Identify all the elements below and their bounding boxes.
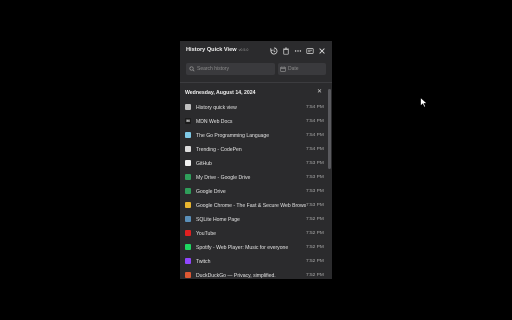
history-row[interactable]: DuckDuckGo — Privacy, simplified. 7:52 PM xyxy=(180,269,327,279)
app-title: History Quick View v0.5.0 xyxy=(186,47,248,53)
history-row-title: MDN Web Docs xyxy=(196,119,233,125)
app-version: v0.5.0 xyxy=(238,48,249,52)
history-row-title: GitHub xyxy=(196,161,212,167)
scrollbar-thumb[interactable] xyxy=(328,89,331,169)
github-favicon xyxy=(185,160,191,166)
history-row[interactable]: Trending - CodePen 7:54 PM xyxy=(180,143,327,157)
search-icon xyxy=(189,66,195,72)
history-row-title: Twitch xyxy=(196,259,211,265)
history-row-title: Google Chrome - The Fast & Secure Web Br… xyxy=(196,203,306,209)
card-icon[interactable] xyxy=(306,47,314,55)
history-row[interactable]: GitHub 7:53 PM xyxy=(180,157,327,171)
close-section-icon[interactable]: ✕ xyxy=(317,89,323,95)
history-row[interactable]: Google Chrome - The Fast & Secure Web Br… xyxy=(180,199,327,213)
history-row[interactable]: The Go Programming Language 7:54 PM xyxy=(180,129,327,143)
history-row[interactable]: History quick view 7:54 PM xyxy=(180,101,327,115)
app-title-text: History Quick View xyxy=(186,47,237,53)
history-row-title: Spotify - Web Player: Music for everyone xyxy=(196,245,289,251)
history-row-time: 7:52 PM xyxy=(306,217,324,222)
history-row-title: SQLite Home Page xyxy=(196,217,240,223)
history-row-time: 7:52 PM xyxy=(306,231,324,236)
history-row-time: 7:52 PM xyxy=(306,259,324,264)
history-row-title: DuckDuckGo — Privacy, simplified. xyxy=(196,273,276,279)
history-row-title: History quick view xyxy=(196,105,237,111)
history-row[interactable]: My Drive - Google Drive 7:53 PM xyxy=(180,171,327,185)
youtube-favicon xyxy=(185,230,191,236)
history-icon[interactable] xyxy=(270,47,278,55)
spotify-favicon xyxy=(185,244,191,250)
history-row-title: Trending - CodePen xyxy=(196,147,242,153)
history-row-time: 7:53 PM xyxy=(306,189,324,194)
mouse-cursor-icon xyxy=(420,97,428,108)
history-row-time: 7:53 PM xyxy=(306,175,324,180)
history-quick-view-panel: History Quick View v0.5.0 Search history … xyxy=(180,41,332,279)
history-row[interactable]: Spotify - Web Player: Music for everyone… xyxy=(180,241,327,255)
more-icon[interactable] xyxy=(294,47,302,55)
history-row[interactable]: M MDN Web Docs 7:54 PM xyxy=(180,115,327,129)
sqlite-favicon xyxy=(185,216,191,222)
go-favicon xyxy=(185,132,191,138)
history-row[interactable]: Twitch 7:52 PM xyxy=(180,255,327,269)
google-drive-favicon xyxy=(185,188,191,194)
history-row-time: 7:52 PM xyxy=(306,245,324,250)
history-row-title: Google Drive xyxy=(196,189,226,195)
history-list: History quick view 7:54 PM M MDN Web Docs 7:… xyxy=(180,101,327,279)
codepen-favicon xyxy=(185,146,191,152)
trash-icon[interactable] xyxy=(282,47,290,55)
history-row-time: 7:53 PM xyxy=(306,203,324,208)
search-input[interactable]: Search history xyxy=(186,63,275,75)
date-input[interactable]: Date xyxy=(278,63,326,75)
history-row-title: YouTube xyxy=(196,231,217,237)
history-row-time: 7:54 PM xyxy=(306,105,324,110)
search-placeholder: Search history xyxy=(197,66,229,72)
header: History Quick View v0.5.0 xyxy=(180,41,332,61)
history-row-time: 7:54 PM xyxy=(306,147,324,152)
history-row-time: 7:53 PM xyxy=(306,161,324,166)
mdn-favicon: M xyxy=(185,118,191,124)
history-row-time: 7:54 PM xyxy=(306,133,324,138)
google-drive-favicon xyxy=(185,174,191,180)
history-row[interactable]: YouTube 7:52 PM xyxy=(180,227,327,241)
divider xyxy=(180,82,332,83)
history-row-title: The Go Programming Language xyxy=(196,133,270,139)
history-row-time: 7:52 PM xyxy=(306,273,324,278)
date-placeholder: Date xyxy=(288,66,299,72)
chrome-favicon xyxy=(185,202,191,208)
history-row[interactable]: SQLite Home Page 7:52 PM xyxy=(180,213,327,227)
calendar-icon xyxy=(280,66,286,72)
history-row-time: 7:54 PM xyxy=(306,119,324,124)
twitch-favicon xyxy=(185,258,191,264)
date-section-label: Wednesday, August 14, 2024 xyxy=(185,90,256,96)
history-quick-view-favicon xyxy=(185,104,191,110)
history-row-title: My Drive - Google Drive xyxy=(196,175,251,181)
date-section-header: Wednesday, August 14, 2024 ✕ xyxy=(180,87,332,99)
close-icon[interactable] xyxy=(318,47,326,55)
duckduckgo-favicon xyxy=(185,272,191,278)
history-row[interactable]: Google Drive 7:53 PM xyxy=(180,185,327,199)
